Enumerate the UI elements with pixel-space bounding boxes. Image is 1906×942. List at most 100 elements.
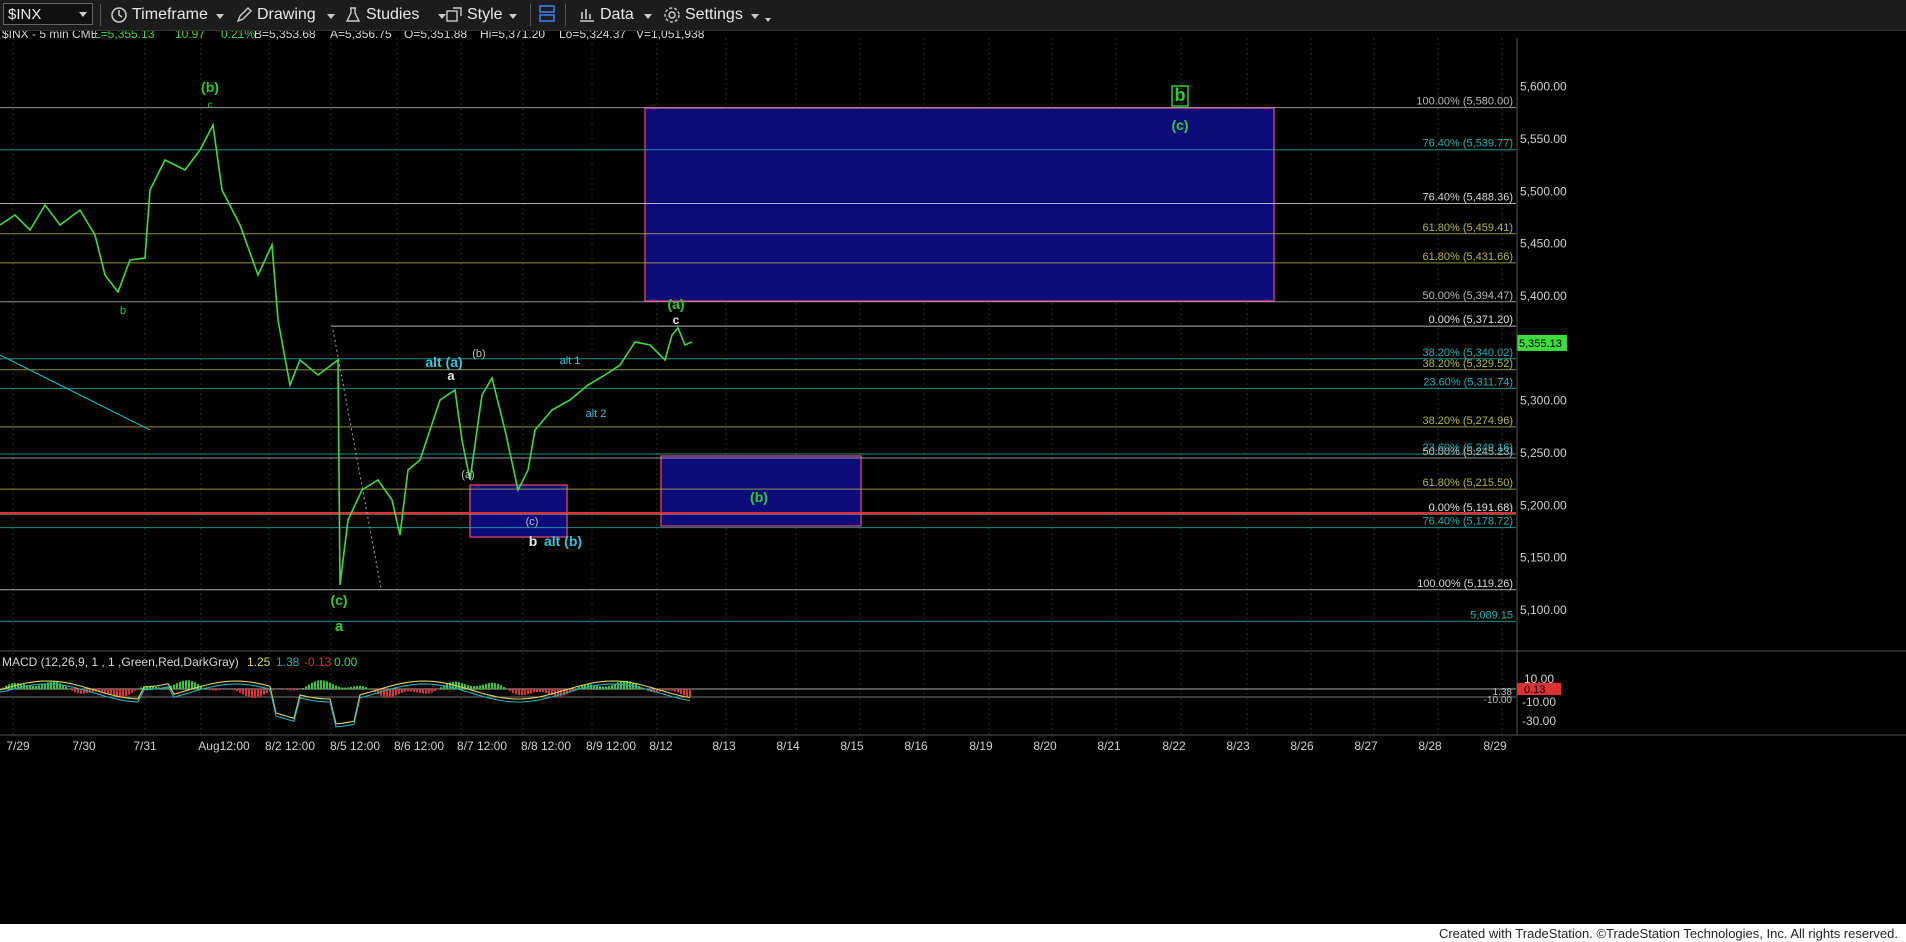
studies-button[interactable]: Studies	[344, 3, 446, 27]
drawing-label: Drawing	[257, 6, 316, 23]
drawing-button[interactable]: Drawing	[235, 3, 335, 27]
bar-chart-icon	[580, 9, 594, 22]
price-tick-label: 5,500.00	[1520, 184, 1567, 198]
macd-histogram-bar	[521, 689, 523, 696]
macd-histogram-bar	[461, 683, 463, 689]
copyright-text: Created with TradeStation. ©TradeStation…	[1438, 926, 1898, 941]
date-tick-label: 8/21	[1097, 739, 1121, 753]
chevron-down-icon	[327, 14, 335, 19]
macd-histogram-bar	[494, 683, 496, 689]
chevron-down-icon	[509, 14, 517, 19]
layout-button[interactable]	[537, 3, 559, 27]
macd-histogram-bar	[287, 689, 289, 691]
date-tick-label: 7/31	[133, 739, 157, 753]
wave-label: alt (b)	[544, 533, 582, 549]
macd-histogram-bar	[128, 689, 130, 695]
header-info-item: $INX - 5 min CME	[2, 31, 99, 41]
chart-toolbar: $INX Timeframe Drawing Studies Style Dat…	[0, 0, 1906, 31]
wave-label: (c)	[526, 516, 539, 528]
settings-button[interactable]: Settings	[663, 3, 763, 27]
macd-histogram-bar	[284, 689, 286, 690]
date-tick-label: 8/5 12:00	[330, 739, 380, 753]
macd-histogram-bar	[212, 689, 214, 691]
macd-histogram-bar	[410, 689, 412, 692]
macd-histogram-bar	[425, 689, 427, 694]
price-series	[0, 122, 693, 586]
symbol-selector[interactable]: $INX	[3, 3, 93, 25]
macd-histogram-bar	[479, 685, 481, 689]
fib-level-label: 38.20% (5,329.52)	[1422, 358, 1513, 370]
macd-histogram-bar	[407, 689, 409, 692]
macd-histogram-bar	[512, 689, 514, 693]
macd-histogram-bar	[482, 684, 484, 689]
macd-histogram-bar	[239, 689, 241, 693]
macd-histogram-bar	[233, 689, 235, 691]
macd-title: MACD (12,26,9, 1 , 1 ,Green,Red,DarkGray…	[2, 655, 239, 669]
fib-level-label: 50.00% (5,394.47)	[1422, 290, 1513, 302]
fib-level-label: 61.80% (5,459.41)	[1422, 222, 1513, 234]
macd-histogram-bar	[431, 689, 433, 693]
wave-label: (b)	[201, 79, 219, 95]
macd-histogram-bar	[317, 680, 319, 689]
chart-canvas[interactable]: 100.00% (5,580.00) 76.40% (5,539.77) 76.40…	[0, 31, 1906, 924]
style-button[interactable]: Style	[445, 3, 525, 27]
macd-histogram-bar	[599, 686, 601, 689]
date-tick-label: 8/23	[1226, 739, 1250, 753]
clock-icon	[111, 7, 127, 23]
macd-histogram-bar	[47, 682, 49, 689]
date-tick-label: 8/8 12:00	[521, 739, 571, 753]
date-tick-label: 8/20	[1033, 739, 1057, 753]
macd-histogram-bar	[671, 689, 673, 691]
data-button[interactable]: Data	[578, 3, 658, 27]
macd-histogram-bar	[104, 689, 106, 693]
macd-histogram-bar	[530, 689, 532, 694]
header-info-item: A=5,356.75	[330, 31, 392, 41]
macd-histogram-bar	[308, 684, 310, 689]
price-tick-label: 5,200.00	[1520, 498, 1567, 512]
macd-histogram-bar	[395, 689, 397, 696]
style-icon	[446, 7, 462, 22]
macd-histogram-bar	[242, 689, 244, 695]
macd-histogram-bar	[245, 689, 247, 696]
wave-label: (c)	[1171, 117, 1188, 133]
macd-histogram-bar	[596, 685, 598, 689]
chevron-down-icon	[216, 14, 224, 19]
macd-signal-line	[0, 683, 691, 728]
macd-histogram-bar	[575, 688, 577, 689]
macd-histogram-bar	[491, 682, 493, 689]
fib-level-label: 23.60% (5,311.74)	[1423, 376, 1513, 388]
macd-zero-value: 0.00	[334, 655, 358, 669]
macd-histogram-bar	[686, 689, 688, 697]
macd-histogram-bar	[182, 680, 184, 689]
header-info-item: B=5,353.68	[254, 31, 316, 41]
macd-histogram-bar	[689, 689, 691, 698]
macd-histogram-bar	[674, 689, 676, 692]
macd-histogram-bar	[248, 689, 250, 698]
macd-histogram-bar	[440, 687, 442, 689]
timeframe-button[interactable]: Timeframe	[110, 3, 224, 27]
target-box-alt-b	[469, 484, 568, 538]
fib-level-label: 0.00% (5,371.20)	[1429, 314, 1513, 326]
macd-histogram-bar	[215, 689, 217, 691]
macd-histogram-bar	[221, 689, 223, 690]
fib-level-label: 50.00% (5,245.23)	[1422, 446, 1513, 458]
macd-histogram-bar	[41, 684, 43, 689]
date-tick-label: 8/6 12:00	[394, 739, 444, 753]
symbol-text: $INX	[8, 6, 42, 23]
macd-histogram-bar	[65, 686, 67, 689]
macd-histogram-bar	[371, 689, 373, 691]
wave-label: b	[1175, 85, 1186, 105]
fib-level-label: 76.40% (5,488.36)	[1422, 192, 1513, 204]
macd-histogram-bar	[422, 689, 424, 694]
macd-histogram-bar	[59, 683, 61, 689]
date-tick-label: 8/2 12:00	[265, 739, 315, 753]
macd-histogram-bar	[545, 689, 547, 694]
macd-histogram-bar	[29, 685, 31, 689]
date-tick-label: 8/12	[649, 739, 673, 753]
data-label: Data	[600, 6, 634, 23]
toolbar-overflow-button[interactable]	[765, 3, 775, 27]
macd-histogram-bar	[56, 682, 58, 689]
pencil-icon	[236, 7, 252, 23]
macd-histogram-bar	[50, 681, 52, 689]
wave-label: a	[335, 618, 344, 635]
